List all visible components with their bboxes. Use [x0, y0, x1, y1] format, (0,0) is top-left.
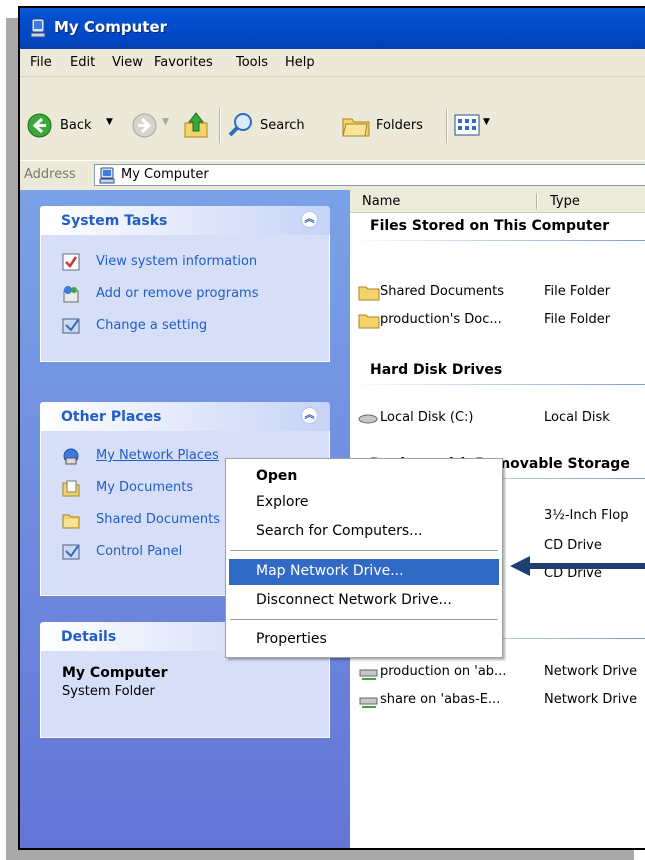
group-hard-disk: Hard Disk Drives: [370, 362, 503, 378]
item-type: Network Drive: [544, 692, 638, 707]
menu-item-label: Map Network Drive...: [256, 563, 404, 579]
title-bar: My Computer: [20, 8, 645, 49]
task-label: Add or remove programs: [96, 286, 259, 301]
group-divider: [350, 384, 645, 385]
item-type: File Folder: [544, 312, 611, 327]
shared-folder-icon: [62, 514, 80, 529]
group-divider: [350, 240, 645, 241]
menu-file[interactable]: File: [30, 55, 52, 70]
place-label: Control Panel: [96, 544, 183, 559]
menu-item-explore[interactable]: Explore: [229, 490, 499, 516]
system-tasks-header[interactable]: System Tasks ︽: [40, 206, 330, 235]
menu-item-open[interactable]: Open: [229, 464, 499, 490]
menu-view[interactable]: View: [112, 55, 143, 70]
folder-icon: [358, 314, 380, 329]
back-arrow-icon[interactable]: [27, 113, 52, 138]
other-places-header[interactable]: Other Places ︽: [40, 402, 330, 431]
system-info-icon: [62, 253, 80, 271]
collapse-icon[interactable]: ︽: [301, 211, 318, 228]
system-tasks-body: View system information Add or remove pr…: [40, 235, 330, 362]
details-title: Details: [61, 629, 117, 645]
menu-item-label: Disconnect Network Drive...: [256, 592, 452, 608]
network-places-icon: [63, 448, 79, 465]
menu-edit[interactable]: Edit: [70, 55, 95, 70]
menu-item-label: Properties: [256, 631, 327, 647]
back-button[interactable]: Back: [60, 118, 92, 133]
details-body: My Computer System Folder: [40, 651, 330, 738]
address-value: My Computer: [121, 167, 209, 182]
menu-favorites[interactable]: Favorites: [154, 55, 213, 70]
item-type: File Folder: [544, 284, 611, 299]
item-name: share on 'abas-E...: [380, 692, 501, 707]
menu-bar: File Edit View Favorites Tools Help: [20, 49, 645, 77]
computer-icon: [99, 167, 115, 184]
window-title: My Computer: [54, 18, 168, 36]
menu-separator: [230, 550, 498, 552]
menu-item-label: Open: [256, 468, 298, 484]
item-name: Local Disk (C:): [380, 410, 474, 425]
item-type: Local Disk: [544, 410, 610, 425]
item-name: production on 'ab...: [380, 664, 507, 679]
up-folder-icon[interactable]: [183, 111, 209, 139]
folders-icon[interactable]: [342, 113, 370, 137]
menu-item-map-network-drive[interactable]: Map Network Drive...: [229, 559, 499, 585]
search-button[interactable]: Search: [260, 118, 305, 133]
network-drive-icon: [359, 669, 378, 680]
search-icon[interactable]: [228, 112, 254, 138]
other-places-title: Other Places: [61, 409, 162, 425]
context-menu: Open Explore Search for Computers... Map…: [225, 458, 503, 658]
details-description: System Folder: [62, 684, 155, 699]
forward-dropdown-icon[interactable]: ▼: [162, 117, 169, 127]
network-drive-icon: [359, 697, 378, 708]
forward-arrow-icon[interactable]: [132, 113, 157, 138]
place-label: My Documents: [96, 480, 194, 495]
folders-button[interactable]: Folders: [376, 118, 423, 133]
explorer-window: My Computer File Edit View Favorites Too…: [18, 6, 645, 850]
item-type: Network Drive: [544, 664, 638, 679]
back-dropdown-icon[interactable]: ▼: [106, 117, 113, 127]
menu-item-label: Explore: [256, 494, 309, 510]
system-tasks-title: System Tasks: [61, 213, 168, 229]
item-name: production's Doc...: [380, 312, 502, 327]
address-input[interactable]: My Computer: [94, 164, 645, 186]
shared-folder-icon: [358, 286, 380, 301]
views-dropdown-icon[interactable]: ▼: [483, 117, 490, 127]
computer-icon: [30, 18, 46, 38]
menu-tools[interactable]: Tools: [236, 55, 268, 70]
system-tasks-panel: System Tasks ︽ View system information A…: [40, 206, 330, 362]
toolbar: Back ▼ ▼ Search Folders ▼: [20, 77, 645, 166]
menu-item-properties[interactable]: Properties: [229, 627, 499, 653]
column-name[interactable]: Name: [362, 194, 400, 209]
control-panel-icon: [62, 544, 80, 560]
item-type: 3½-Inch Flop: [544, 508, 629, 523]
annotation-arrow-icon: [510, 556, 645, 576]
task-label: View system information: [96, 254, 258, 269]
item-type: CD Drive: [544, 538, 602, 553]
hard-disk-icon: [358, 414, 378, 424]
details-name: My Computer: [62, 665, 168, 681]
item-name: Shared Documents: [380, 284, 505, 299]
control-panel-icon: [62, 318, 80, 334]
address-bar: Address My Computer: [20, 160, 645, 191]
menu-help[interactable]: Help: [285, 55, 315, 70]
menu-item-search-computers[interactable]: Search for Computers...: [229, 519, 499, 545]
column-header: Name Type: [350, 190, 645, 213]
place-label: My Network Places: [96, 448, 219, 463]
address-label: Address: [24, 167, 76, 182]
group-files-stored: Files Stored on This Computer: [370, 218, 610, 234]
menu-separator: [230, 619, 498, 621]
my-documents-icon: [62, 480, 80, 497]
menu-item-disconnect-network-drive[interactable]: Disconnect Network Drive...: [229, 588, 499, 614]
collapse-icon[interactable]: ︽: [301, 407, 318, 424]
views-icon[interactable]: [454, 114, 480, 136]
place-label: Shared Documents: [96, 512, 221, 527]
add-remove-programs-icon: [63, 286, 79, 303]
task-label: Change a setting: [96, 318, 208, 333]
menu-item-label: Search for Computers...: [256, 523, 423, 539]
column-type[interactable]: Type: [550, 194, 580, 209]
